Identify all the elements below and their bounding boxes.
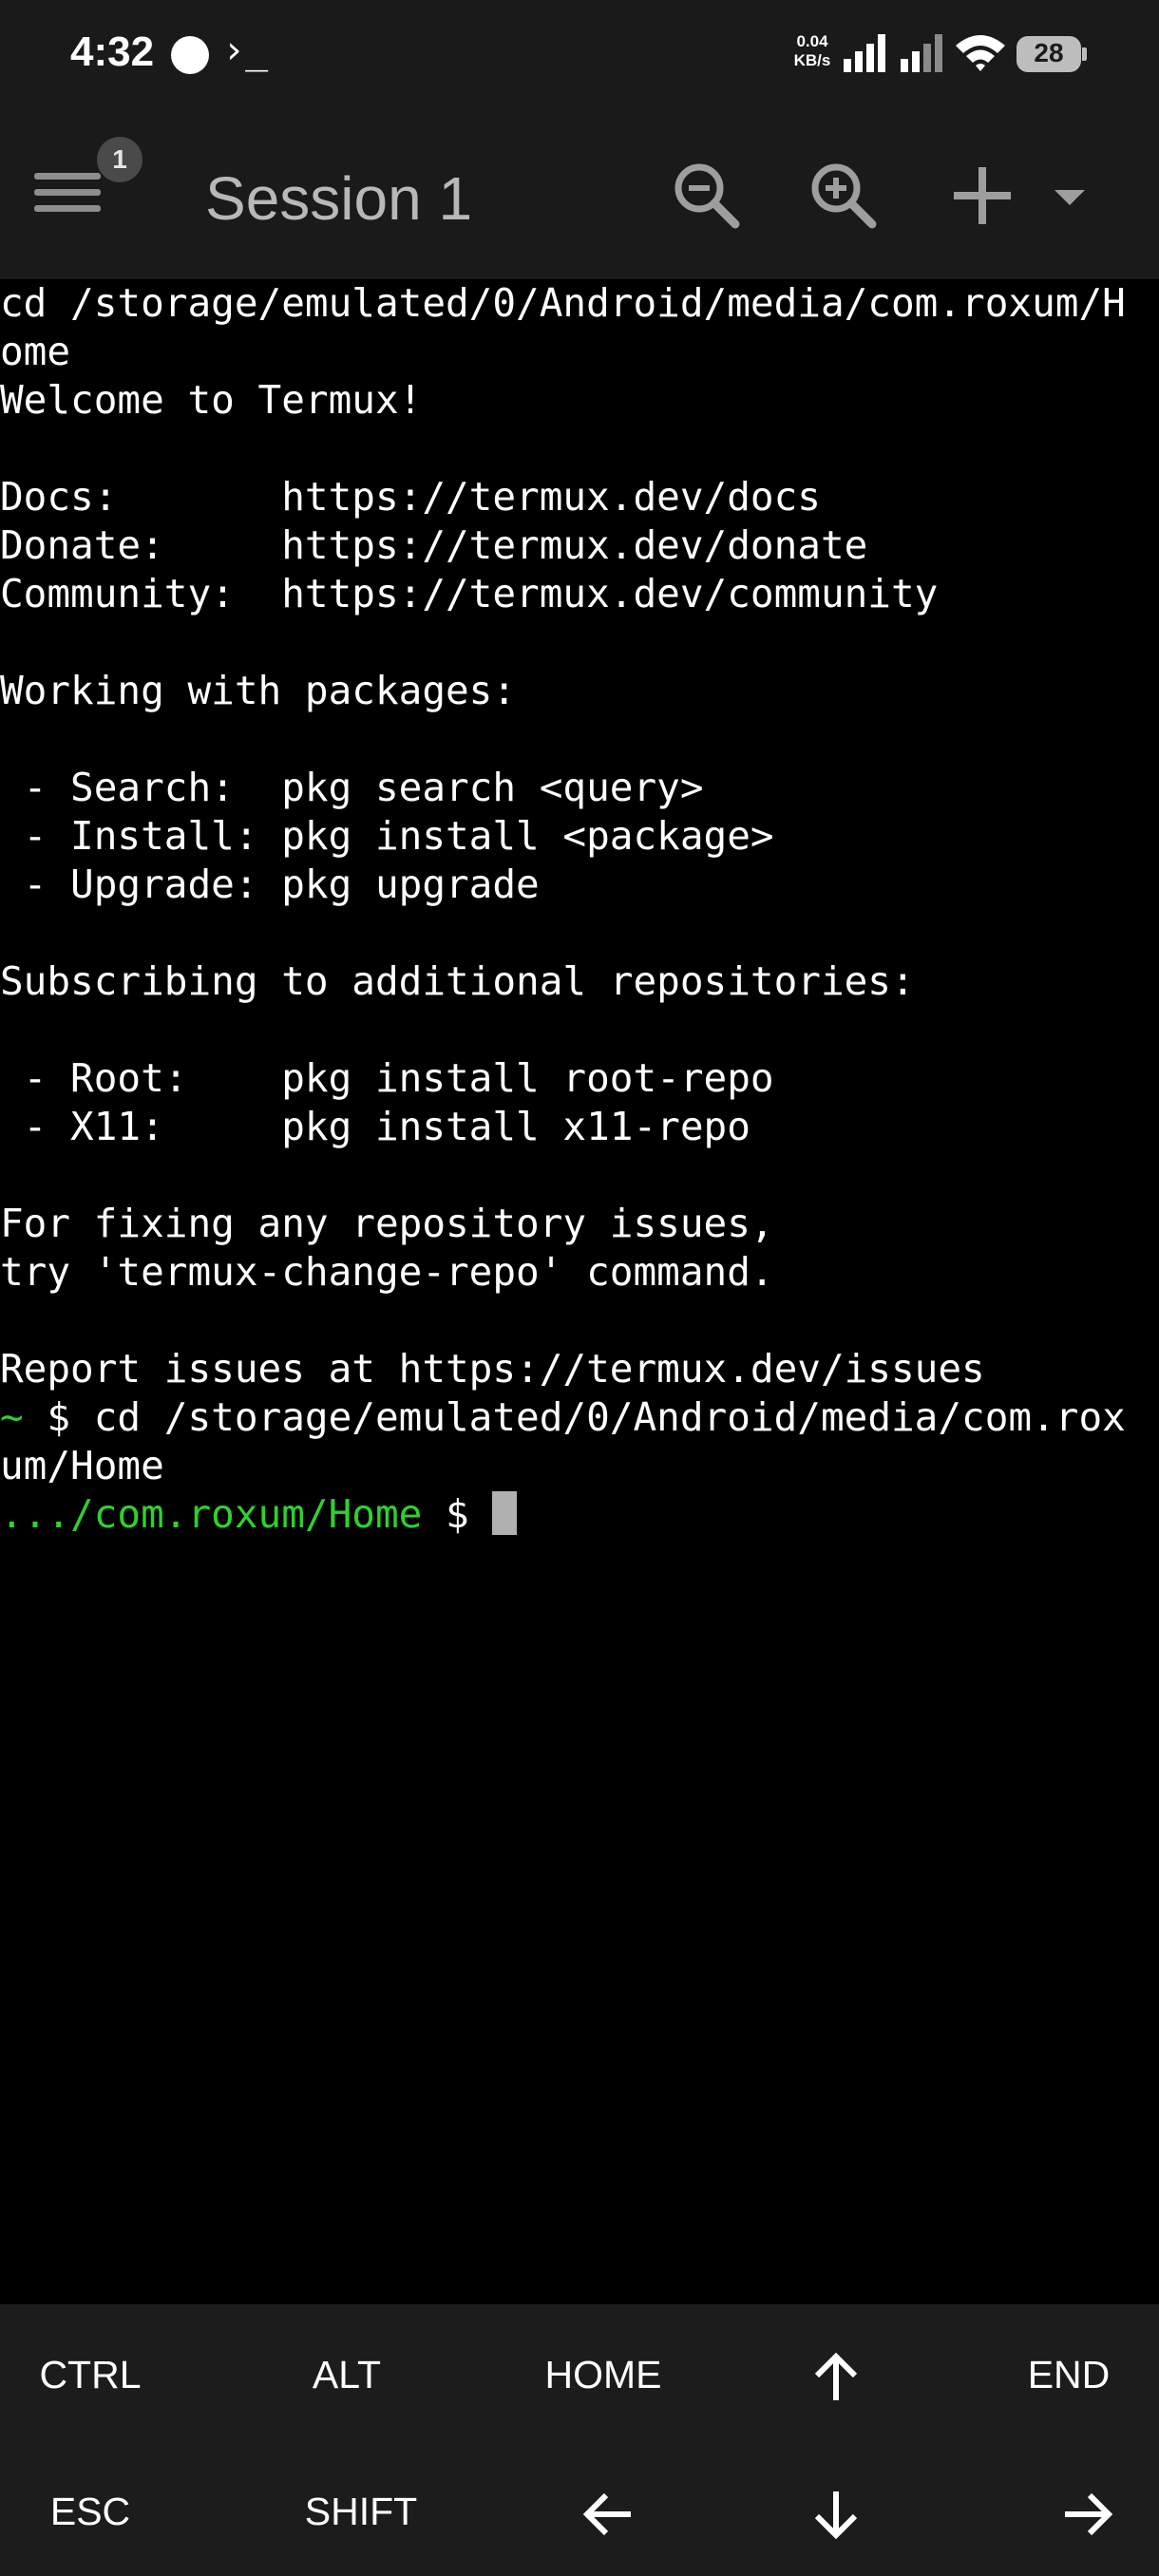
terminal-line: Donate: https://termux.dev/donate [0,522,868,568]
arrow-down-key[interactable] [760,2454,912,2568]
new-session-plus-icon[interactable] [948,158,1016,234]
end-key[interactable]: END [978,2318,1159,2432]
arrow-left-key[interactable] [532,2454,684,2568]
terminal-line: Report issues at https://termux.dev/issu… [0,1346,985,1392]
terminal-line: cd /storage/emulated/0/Android/media/com… [0,280,1126,326]
wifi-icon [956,35,1005,71]
current-path: .../com.roxum/Home [0,1491,423,1537]
arrow-right-icon [1065,2493,1113,2536]
menu-icon-bar [34,205,101,212]
terminal-line: Subscribing to additional repositories: [0,958,915,1004]
terminal-line: ome [0,329,71,374]
battery-level: 28 [1034,38,1064,67]
signal-strength-icon [844,34,885,72]
command-text: $ cd /storage/emulated/0/Android/media/c… [23,1394,1126,1440]
terminal-line: For fixing any repository issues, [0,1201,774,1246]
terminal-line: try 'termux-change-repo' command. [0,1249,774,1295]
terminal-line: - Search: pkg search <query> [0,765,704,810]
zoom-in-icon[interactable] [806,158,882,234]
status-bar: 4:32 ›_ 0.04 KB/s 28 [0,0,1159,112]
arrow-down-icon [814,2491,858,2540]
notification-dot-icon [171,36,209,74]
app-bar: 1 Session 1 [0,112,1159,279]
terminal-line: - Root: pkg install root-repo [0,1055,774,1101]
terminal-output[interactable]: cd /storage/emulated/0/Android/media/com… [0,279,1159,2304]
signal-strength-2-icon [901,34,942,72]
arrow-left-icon [582,2493,631,2536]
terminal-line: Community: https://termux.dev/community [0,571,939,616]
terminal-line: - Install: pkg install <package> [0,813,774,859]
terminal-line: Docs: https://termux.dev/docs [0,474,821,520]
dropdown-icon[interactable] [1054,190,1085,205]
text-cursor [492,1491,518,1535]
shift-key[interactable]: SHIFT [276,2454,446,2568]
home-key[interactable]: HOME [513,2318,694,2432]
arrow-right-key[interactable] [1016,2454,1159,2568]
home-prompt: ~ [0,1394,24,1440]
zoom-out-icon[interactable] [669,158,745,234]
menu-icon [34,173,101,180]
command-line: ~ $ cd /storage/emulated/0/Android/media… [0,1393,1126,1442]
session-count-badge: 1 [97,137,142,182]
battery-icon: 28 [1016,36,1087,72]
extra-keys-bar: CTRL ALT HOME END ESC SHIFT [0,2304,1159,2576]
termux-notification-icon: ›_ [222,28,269,72]
prompt-symbol: $ [422,1491,493,1537]
network-speed-unit: KB/s [793,51,831,69]
esc-key[interactable]: ESC [0,2454,180,2568]
terminal-line: Welcome to Termux! [0,377,423,423]
command-line-wrap: um/Home [0,1443,164,1488]
network-speed-value: 0.04 [796,32,828,50]
ctrl-key[interactable]: CTRL [0,2318,180,2432]
menu-icon-bar [34,189,101,196]
terminal-line: - Upgrade: pkg upgrade [0,862,540,907]
arrow-up-key[interactable] [760,2318,912,2432]
alt-key[interactable]: ALT [256,2318,437,2432]
clock: 4:32 [70,28,155,75]
session-title: Session 1 [205,164,473,233]
network-speed: 0.04 KB/s [788,32,836,70]
terminal-line: Working with packages: [0,668,517,713]
terminal-line: - X11: pkg install x11-repo [0,1104,750,1149]
current-prompt-line[interactable]: .../com.roxum/Home $ [0,1490,518,1539]
arrow-up-icon [814,2352,858,2401]
